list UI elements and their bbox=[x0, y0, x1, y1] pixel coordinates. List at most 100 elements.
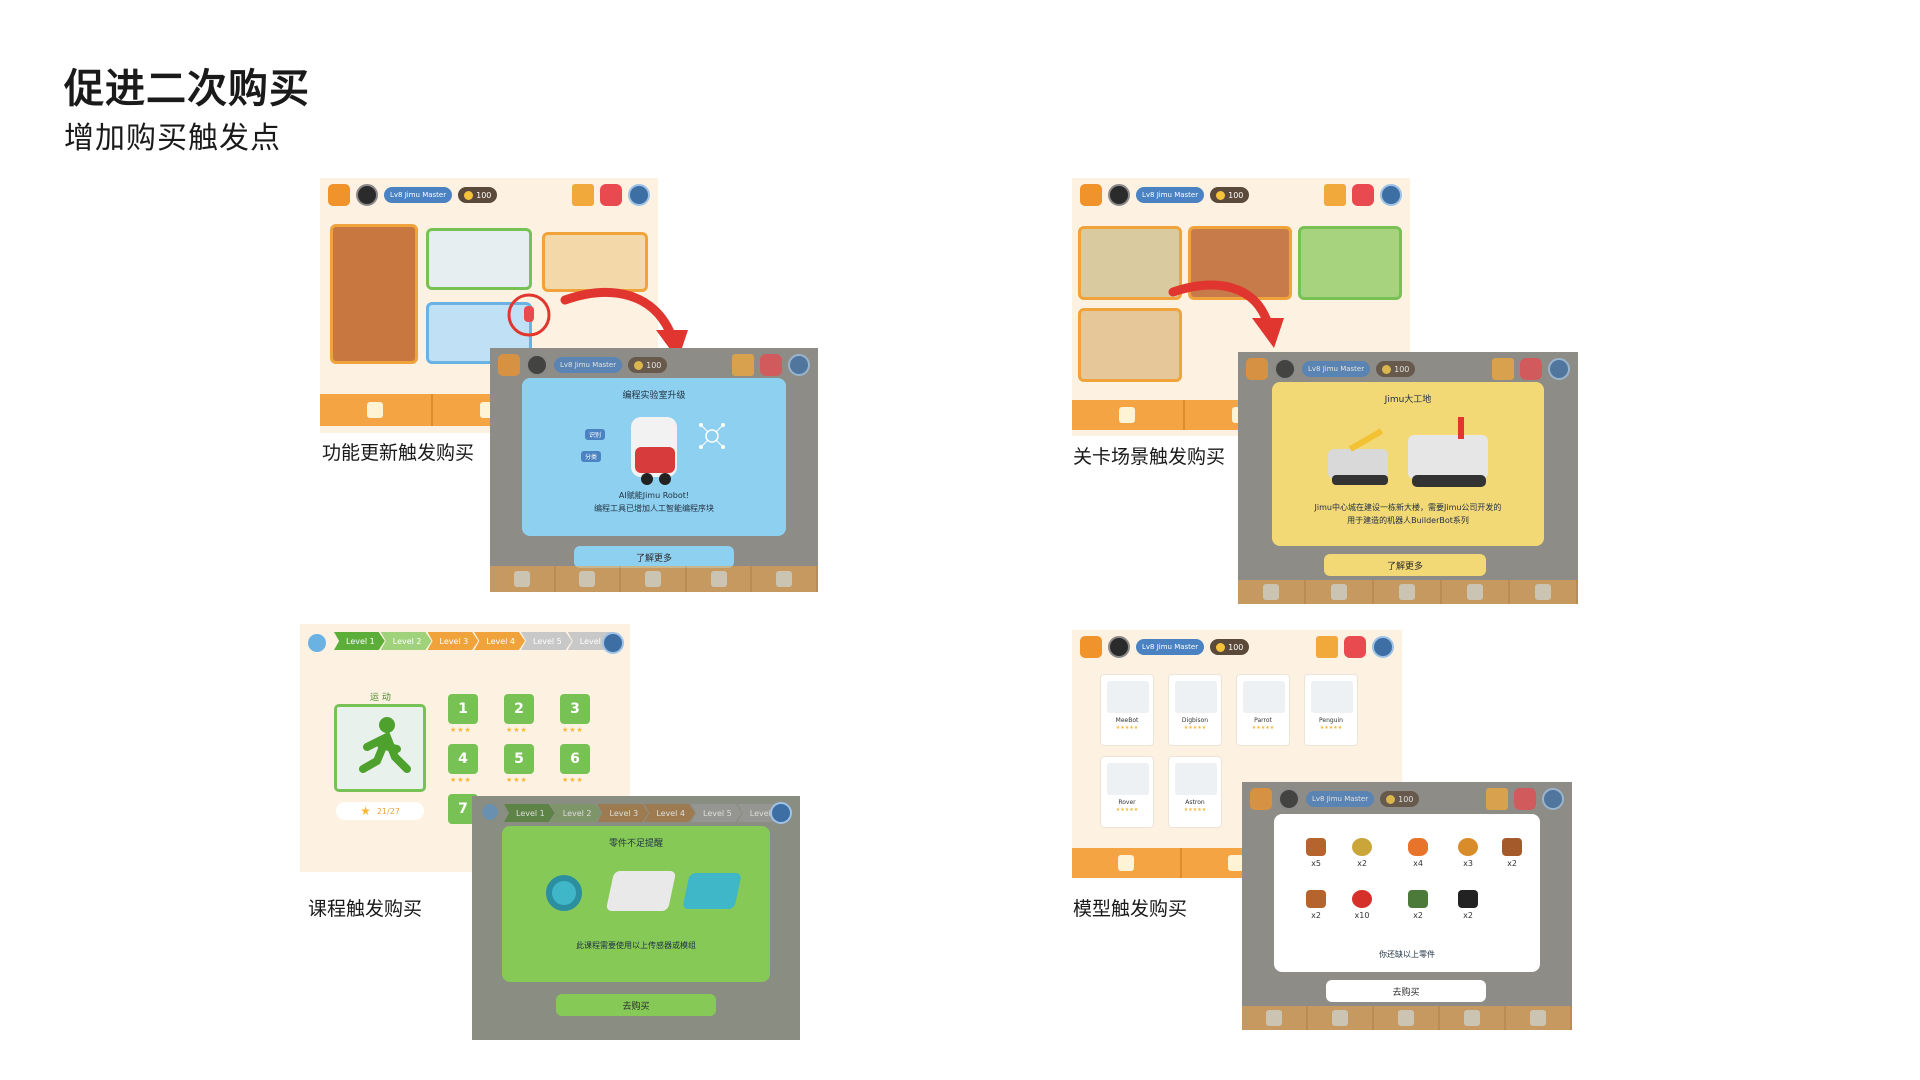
avatar[interactable] bbox=[526, 354, 548, 376]
nav-list[interactable] bbox=[621, 566, 687, 592]
robot-card[interactable] bbox=[330, 224, 418, 364]
star-icon: ★ bbox=[360, 804, 371, 818]
part-qty: x2 bbox=[1311, 911, 1321, 920]
nav-friends[interactable] bbox=[1308, 1006, 1374, 1030]
part-qty: x2 bbox=[1507, 859, 1517, 868]
tab-level-4[interactable]: Level 4 bbox=[474, 632, 525, 650]
part-qty: x10 bbox=[1354, 911, 1370, 920]
globe-icon[interactable] bbox=[1542, 788, 1564, 810]
notification-icon[interactable] bbox=[1344, 636, 1366, 658]
globe-icon[interactable] bbox=[602, 632, 624, 654]
avatar[interactable] bbox=[1108, 184, 1130, 206]
globe-icon[interactable] bbox=[770, 802, 792, 824]
avatar[interactable] bbox=[1278, 788, 1300, 810]
nav-list[interactable] bbox=[1374, 580, 1442, 604]
tab-level-2[interactable]: Level 2 bbox=[380, 632, 432, 650]
tasks-icon[interactable] bbox=[1316, 636, 1338, 658]
tab-level-4[interactable]: Level 4 bbox=[644, 804, 695, 822]
nav-friends[interactable] bbox=[687, 566, 753, 592]
nav-book[interactable] bbox=[1072, 400, 1185, 430]
notification-icon[interactable] bbox=[1520, 358, 1542, 380]
lesson-3[interactable]: 3 bbox=[560, 694, 590, 724]
bottom-nav bbox=[1242, 1006, 1572, 1030]
nav-profile[interactable] bbox=[1440, 1006, 1506, 1030]
avatar[interactable] bbox=[356, 184, 378, 206]
tab-level-5[interactable]: Level 5 bbox=[521, 632, 572, 650]
nav-book[interactable] bbox=[1238, 580, 1306, 604]
dino-scene-card[interactable] bbox=[1298, 226, 1402, 300]
nav-map[interactable] bbox=[752, 566, 818, 592]
notification-icon[interactable] bbox=[600, 184, 622, 206]
nav-profile[interactable] bbox=[556, 566, 622, 592]
back-icon[interactable] bbox=[308, 634, 326, 652]
tab-level-3[interactable]: Level 3 bbox=[427, 632, 479, 650]
model-card-penguin[interactable]: Penguin ★★★★★ bbox=[1304, 674, 1358, 746]
nav-profile[interactable] bbox=[1442, 580, 1510, 604]
tab-level-1[interactable]: Level 1 bbox=[504, 804, 555, 822]
avatar[interactable] bbox=[1274, 358, 1296, 380]
nav-map[interactable] bbox=[1510, 580, 1578, 604]
tasks-icon[interactable] bbox=[1492, 358, 1514, 380]
model-card-parrot[interactable]: Parrot ★★★★★ bbox=[1236, 674, 1290, 746]
chest-icon[interactable] bbox=[1080, 636, 1102, 658]
chest-icon[interactable] bbox=[1080, 184, 1102, 206]
buy-button[interactable]: 去购买 bbox=[556, 994, 716, 1016]
part-qty: x2 bbox=[1463, 911, 1473, 920]
tasks-icon[interactable] bbox=[572, 184, 594, 206]
globe-icon[interactable] bbox=[1548, 358, 1570, 380]
tab-level-2[interactable]: Level 2 bbox=[550, 804, 602, 822]
part-item: x2 bbox=[1400, 890, 1436, 920]
lesson-stars: ★★★ bbox=[450, 776, 472, 784]
model-name: Parrot bbox=[1254, 717, 1272, 724]
nav-book[interactable] bbox=[1242, 1006, 1308, 1030]
tasks-icon[interactable] bbox=[1324, 184, 1346, 206]
notification-icon[interactable] bbox=[760, 354, 782, 376]
chest-icon[interactable] bbox=[328, 184, 350, 206]
globe-icon[interactable] bbox=[788, 354, 810, 376]
tab-level-1[interactable]: Level 1 bbox=[334, 632, 385, 650]
course-caption: 课程触发购买 bbox=[308, 898, 423, 920]
lesson-4[interactable]: 4 bbox=[448, 744, 478, 774]
construction-scene-card[interactable] bbox=[1078, 226, 1182, 300]
lesson-6[interactable]: 6 bbox=[560, 744, 590, 774]
category-card[interactable] bbox=[334, 704, 426, 792]
model-card-meebot[interactable]: MeeBot ★★★★★ bbox=[1100, 674, 1154, 746]
nav-map[interactable] bbox=[1506, 1006, 1572, 1030]
module-icon bbox=[682, 873, 742, 909]
chest-icon[interactable] bbox=[498, 354, 520, 376]
chest-icon[interactable] bbox=[1246, 358, 1268, 380]
chest-icon[interactable] bbox=[1250, 788, 1272, 810]
model-card-rover[interactable]: Rover ★★★★★ bbox=[1100, 756, 1154, 828]
ai-network-icon bbox=[699, 423, 725, 449]
nav-list[interactable] bbox=[1374, 1006, 1440, 1030]
nav-book[interactable] bbox=[490, 566, 556, 592]
learn-more-button[interactable]: 了解更多 bbox=[574, 546, 734, 568]
tab-level-3[interactable]: Level 3 bbox=[597, 804, 649, 822]
feature-caption: 功能更新触发购买 bbox=[322, 442, 475, 464]
nav-book[interactable] bbox=[1072, 848, 1182, 878]
mine-scene-card[interactable] bbox=[1078, 308, 1182, 382]
notification-icon[interactable] bbox=[1352, 184, 1374, 206]
nav-book[interactable] bbox=[320, 394, 433, 426]
notification-icon[interactable] bbox=[1514, 788, 1536, 810]
globe-icon[interactable] bbox=[1380, 184, 1402, 206]
lesson-2[interactable]: 2 bbox=[504, 694, 534, 724]
model-card-digbison[interactable]: Digbison ★★★★★ bbox=[1168, 674, 1222, 746]
model-card-astron[interactable]: Astron ★★★★★ bbox=[1168, 756, 1222, 828]
dialog-text-2: 用于建造的机器人BuilderBot系列 bbox=[1347, 516, 1469, 525]
tab-level-5[interactable]: Level 5 bbox=[691, 804, 742, 822]
buy-button[interactable]: 去购买 bbox=[1326, 980, 1486, 1002]
globe-icon[interactable] bbox=[1372, 636, 1394, 658]
lesson-1[interactable]: 1 bbox=[448, 694, 478, 724]
nav-friends[interactable] bbox=[1306, 580, 1374, 604]
tasks-icon[interactable] bbox=[1486, 788, 1508, 810]
lesson-5[interactable]: 5 bbox=[504, 744, 534, 774]
back-icon[interactable] bbox=[482, 804, 498, 820]
factory-card[interactable] bbox=[426, 228, 532, 290]
globe-icon[interactable] bbox=[628, 184, 650, 206]
level-pill: Lv8 Jimu Master bbox=[384, 187, 453, 203]
tasks-icon[interactable] bbox=[732, 354, 754, 376]
learn-more-button[interactable]: 了解更多 bbox=[1324, 554, 1486, 576]
model-name: Rover bbox=[1118, 799, 1136, 806]
avatar[interactable] bbox=[1108, 636, 1130, 658]
